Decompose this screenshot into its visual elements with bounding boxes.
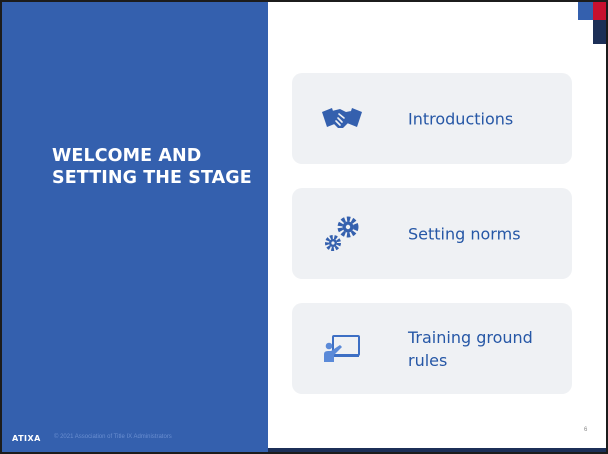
atixa-logo: ATIXA (12, 434, 41, 443)
handshake-icon (322, 108, 362, 128)
corner-accent-red (593, 2, 606, 20)
corner-accent-navy (593, 20, 606, 44)
slide: WELCOME AND SETTING THE STAGE ATIXA © 20… (0, 0, 608, 454)
agenda-card-setting-norms: Setting norms (292, 188, 572, 279)
corner-accent-blue (578, 2, 593, 20)
title-panel: WELCOME AND SETTING THE STAGE ATIXA © 20… (2, 2, 268, 452)
agenda-label: Setting norms (408, 224, 521, 243)
gears-icon (325, 216, 359, 251)
slide-title: WELCOME AND SETTING THE STAGE (52, 146, 252, 188)
agenda-label: Training ground rules (408, 327, 533, 370)
agenda-card-introductions: Introductions (292, 73, 572, 164)
page-number: 6 (584, 427, 588, 433)
bottom-accent-bar (268, 448, 606, 452)
copyright-text: © 2021 Association of Title IX Administr… (54, 434, 172, 440)
presentation-icon (324, 335, 360, 362)
agenda-card-training-ground-rules: Training ground rules (292, 303, 572, 394)
agenda-label: Introductions (408, 109, 514, 128)
